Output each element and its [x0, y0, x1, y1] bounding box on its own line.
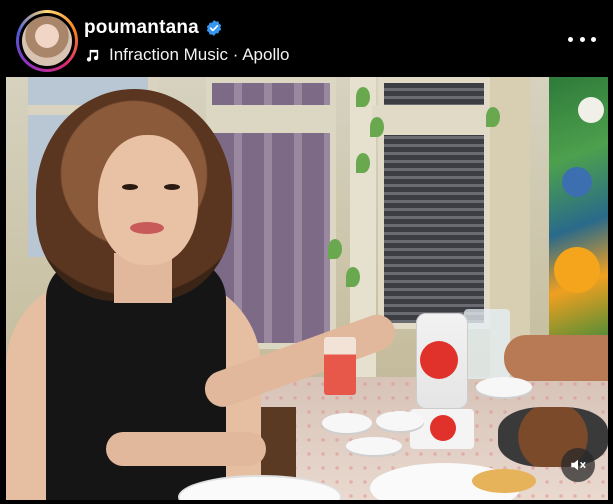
- username[interactable]: poumantana: [84, 17, 199, 39]
- plant-leaf: [486, 107, 500, 127]
- plant-leaf: [346, 267, 360, 287]
- person-eye: [122, 184, 138, 190]
- audio-label[interactable]: Infraction Music · Apollo: [109, 45, 289, 65]
- story-ring[interactable]: [16, 10, 78, 72]
- more-options-button[interactable]: [568, 27, 596, 51]
- verified-badge-icon: [206, 20, 222, 36]
- stand-logo: [430, 415, 456, 441]
- food: [472, 469, 536, 493]
- audio-row[interactable]: Infraction Music · Apollo: [84, 43, 289, 67]
- person-forearm: [106, 432, 266, 466]
- more-dot: [591, 36, 596, 42]
- plant-leaf: [356, 153, 370, 173]
- bowl: [376, 411, 424, 431]
- post-header: poumantana Infraction Music · Apollo: [6, 5, 608, 77]
- juice-glass: [324, 337, 356, 395]
- post-photo[interactable]: [6, 77, 608, 500]
- avatar-image: [22, 16, 72, 66]
- mural-flower: [562, 167, 592, 197]
- mural-flower: [554, 247, 600, 293]
- plant-leaf: [356, 87, 370, 107]
- more-dot: [579, 36, 585, 42]
- bowl: [322, 413, 372, 433]
- person-face: [98, 135, 198, 265]
- mural-flower: [578, 97, 604, 123]
- bottle-logo: [420, 341, 458, 379]
- bowl: [476, 377, 532, 397]
- plant-leaf: [328, 239, 342, 259]
- shutter-frame: [206, 105, 336, 133]
- other-hand: [504, 335, 608, 381]
- person-eye: [164, 184, 180, 190]
- person-lips: [130, 222, 164, 234]
- sauce-bowl: [346, 437, 402, 455]
- mute-button[interactable]: [561, 448, 595, 482]
- water-glass: [464, 309, 510, 379]
- music-note-icon: [86, 49, 99, 62]
- shutter-frame: [372, 105, 490, 135]
- more-dot: [568, 36, 573, 42]
- muted-speaker-icon: [571, 459, 586, 471]
- plant-leaf: [370, 117, 384, 137]
- post-frame: poumantana Infraction Music · Apollo: [0, 0, 613, 504]
- avatar[interactable]: [19, 13, 75, 69]
- username-row: poumantana: [84, 15, 223, 41]
